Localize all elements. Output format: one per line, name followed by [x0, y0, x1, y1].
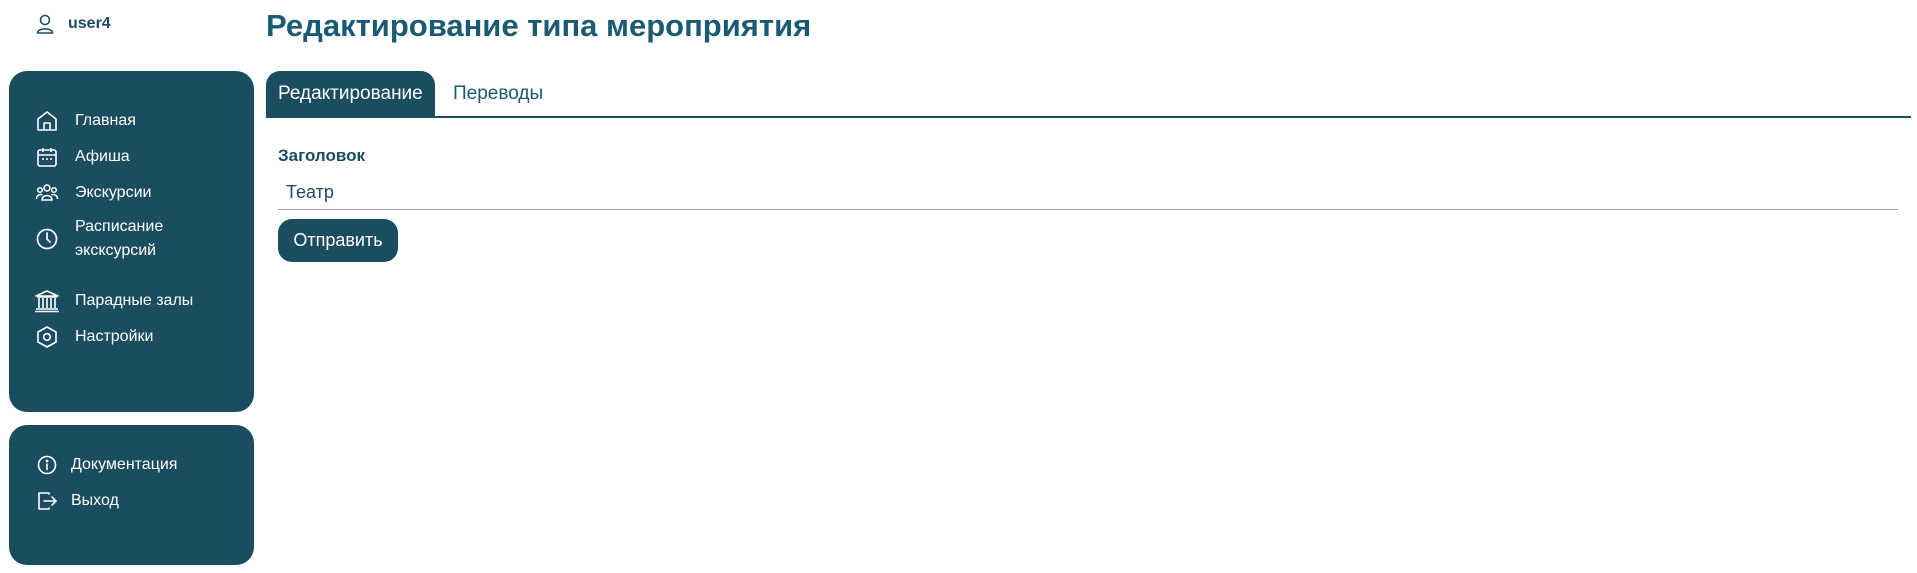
- museum-icon: [33, 287, 61, 315]
- main-navigation: Главная Афиша Экскурсии Расписание экскс…: [9, 71, 254, 412]
- sidebar-item-schedule[interactable]: Расписание эксксурсий: [33, 215, 163, 263]
- group-icon: [33, 179, 61, 207]
- sidebar-item-label: Расписание эксксурсий: [75, 218, 164, 259]
- submit-button[interactable]: Отправить: [278, 219, 398, 262]
- sidebar-item-home[interactable]: Главная: [33, 107, 136, 135]
- sidebar-item-label: Выход: [71, 492, 119, 509]
- user-icon: [36, 14, 54, 34]
- sidebar-item-settings[interactable]: Настройки: [33, 323, 153, 351]
- sidebar-item-label: Афиша: [75, 148, 130, 165]
- sidebar-item-excursions[interactable]: Экскурсии: [33, 179, 151, 207]
- secondary-navigation: Документация Выход: [9, 425, 254, 565]
- sidebar-item-label: Экскурсии: [75, 184, 152, 201]
- tab-translations[interactable]: Переводы: [453, 71, 543, 116]
- sidebar-item-label: Настройки: [75, 328, 154, 345]
- calendar-icon: [33, 143, 61, 171]
- tab-edit[interactable]: Редактирование: [266, 71, 435, 116]
- user-name: user4: [68, 15, 111, 32]
- info-icon: [33, 451, 61, 479]
- sidebar-item-afisha[interactable]: Афиша: [33, 143, 130, 171]
- sidebar-item-logout[interactable]: Выход: [33, 487, 119, 515]
- sidebar-item-label: Главная: [75, 112, 136, 129]
- sidebar-item-halls[interactable]: Парадные залы: [33, 287, 193, 315]
- home-icon: [33, 107, 61, 135]
- sidebar-item-label: Документация: [71, 456, 178, 473]
- user-profile[interactable]: user4: [36, 14, 111, 34]
- settings-hex-icon: [33, 323, 61, 351]
- title-input[interactable]: [278, 176, 1898, 210]
- page-title: Редактирование типа мероприятия: [266, 8, 812, 43]
- clock-icon: [33, 225, 61, 253]
- sidebar-item-label: Парадные залы: [75, 292, 194, 309]
- title-field-label: Заголовок: [278, 146, 366, 165]
- sidebar-item-documentation[interactable]: Документация: [33, 451, 177, 479]
- logout-icon: [33, 487, 61, 515]
- tab-bar: Редактирование Переводы: [266, 71, 1911, 118]
